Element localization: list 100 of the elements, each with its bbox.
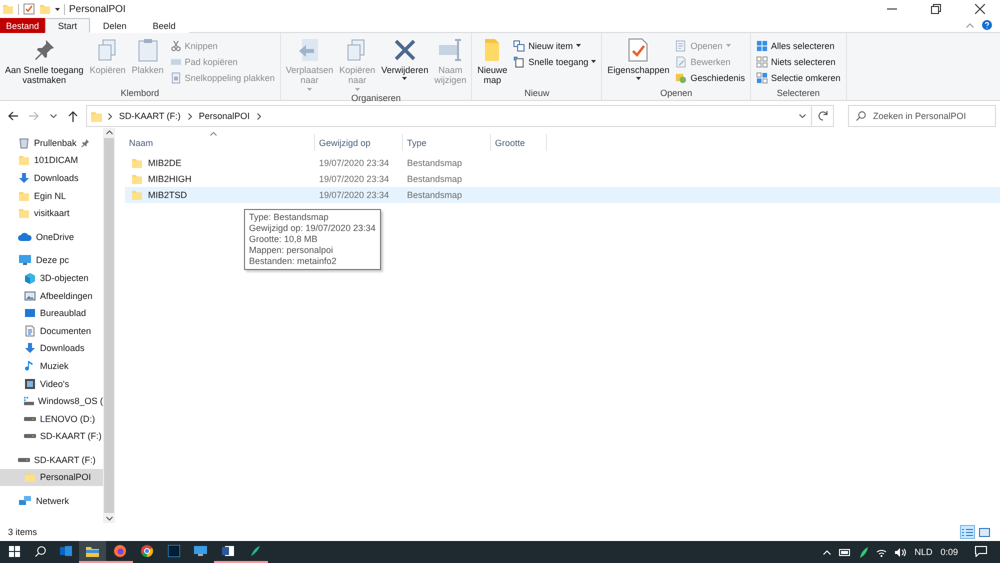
drive-icon	[24, 434, 36, 438]
group-label: Selecteren	[776, 88, 821, 100]
ribbon-button[interactable]: Alles selecteren	[754, 38, 843, 53]
properties-icon	[23, 3, 35, 15]
file-row[interactable]: MIB2DE 19/07/2020 23:34 Bestandsmap	[125, 155, 1000, 171]
app-icon	[248, 545, 260, 557]
film-icon	[24, 378, 36, 390]
address-field[interactable]: SD-KAART (F:) PersonalPOI	[86, 105, 834, 127]
sidebar-item[interactable]: visitkaart	[0, 204, 103, 222]
search-field[interactable]: Zoeken in PersonalPOI	[848, 105, 996, 127]
file-name: MIB2HIGH	[148, 174, 192, 184]
ribbon-button[interactable]: Snelle toegang	[511, 54, 598, 69]
language-indicator[interactable]: NLD	[914, 547, 932, 557]
ribbon-button[interactable]: Nieuwe map	[475, 35, 510, 88]
wifi-icon	[876, 548, 888, 556]
ribbon-button[interactable]: Eigenschappen	[605, 35, 672, 88]
column-header[interactable]: Gewijzigd op	[315, 134, 403, 151]
caret-icon	[726, 44, 731, 47]
history-icon	[675, 72, 688, 84]
search-icon	[34, 546, 46, 556]
chat-icon	[975, 546, 987, 556]
folder-icon	[131, 189, 143, 201]
column-header[interactable]: Type	[403, 134, 491, 151]
sidebar-item[interactable]: Muziek	[0, 357, 103, 375]
chevron-down-icon	[798, 114, 806, 118]
clock[interactable]: 0:09	[940, 547, 958, 557]
sidebar-item[interactable]: Documenten	[0, 322, 103, 340]
sidebar-item[interactable]: 101DICAM	[0, 152, 103, 170]
scrollbar-thumb[interactable]	[104, 138, 114, 513]
sidebar-label: OneDrive	[36, 232, 74, 242]
sidebar-label: Muziek	[40, 360, 69, 371]
taskbar-app[interactable]	[79, 541, 106, 563]
new-item-icon	[513, 40, 526, 52]
file-name: MIB2DE	[148, 158, 182, 168]
ribbon-button[interactable]: Selectie omkeren	[754, 70, 843, 85]
sidebar-label: 3D-objecten	[40, 272, 89, 283]
file-tab[interactable]: Bestand	[0, 18, 46, 33]
breadcrumb[interactable]: SD-KAART (F:)	[117, 111, 183, 121]
ribbon-button[interactable]: Aan Snelle toegang vastmaken	[3, 35, 86, 88]
sidebar-label: Netwerk	[36, 496, 70, 506]
app-icon	[859, 546, 868, 558]
up-arrow-icon	[68, 110, 78, 122]
scrollbar[interactable]	[103, 128, 115, 523]
folder-icon	[131, 173, 143, 185]
close-icon	[975, 4, 985, 14]
sidebar-item[interactable]: 3D-objecten	[0, 269, 103, 287]
tooltip-line: Mappen: personalpoi	[249, 245, 334, 256]
folder-icon	[39, 3, 51, 15]
sidebar-item[interactable]: Windows8_OS (	[0, 392, 103, 410]
breadcrumb[interactable]: PersonalPOI	[196, 111, 252, 121]
ribbon-button[interactable]: Niets selecteren	[754, 54, 843, 69]
sidebar-item[interactable]: Netwerk	[0, 492, 103, 510]
folder-icon	[86, 546, 99, 556]
sidebar-item[interactable]: Bureaublad	[0, 304, 103, 322]
ribbon-button[interactable]: Geschiedenis	[673, 70, 748, 85]
sidebar-item[interactable]: Downloads	[0, 340, 103, 358]
sidebar-item[interactable]: Downloads	[0, 169, 103, 187]
sidebar-item[interactable]: OneDrive	[0, 228, 103, 246]
recycle-bin-icon	[18, 136, 30, 149]
file-row[interactable]: MIB2HIGH 19/07/2020 23:34 Bestandsmap	[125, 171, 1000, 187]
folder-icon	[18, 207, 30, 220]
view-button[interactable]	[977, 525, 992, 539]
download-icon	[18, 172, 30, 184]
sidebar-item[interactable]: SD-KAART (F:)	[0, 428, 103, 446]
rename-icon	[437, 37, 464, 63]
sidebar-item[interactable]: Egin NL	[0, 186, 103, 204]
sidebar-item[interactable]: SD-KAART (F:)	[0, 451, 103, 469]
edit-icon	[675, 56, 688, 68]
ribbon-button[interactable]: Verwijderen	[379, 35, 430, 93]
sidebar-item[interactable]: LENOVO (D:)	[0, 410, 103, 428]
date-cell-text: 19/07/2020 23:34	[318, 157, 390, 170]
restore-icon	[931, 4, 941, 14]
music-note-icon	[24, 360, 36, 372]
help-icon	[982, 20, 992, 30]
open-icon	[675, 40, 688, 52]
tooltip-line: Bestanden: metainfo2	[249, 256, 338, 267]
folder-icon	[131, 157, 143, 169]
ribbon-button[interactable]: Nieuw item	[511, 38, 598, 53]
sidebar-label: Video's	[40, 378, 70, 389]
sidebar-item[interactable]: Video's	[0, 374, 103, 392]
thumbnails-view-icon	[979, 528, 990, 536]
file-row[interactable]: MIB2TSD 19/07/2020 23:34 Bestandsmap	[125, 187, 1000, 203]
sidebar-label: Downloads	[34, 172, 79, 183]
sidebar-item[interactable]: Deze pc	[0, 252, 103, 270]
sidebar-item[interactable]: PersonalPOI	[0, 468, 103, 486]
sidebar-item[interactable]: Afbeeldingen	[0, 286, 103, 304]
scissors-icon	[170, 40, 182, 52]
ribbon-tab[interactable]: Start	[45, 18, 90, 33]
monitor-icon	[18, 254, 32, 266]
browser-icon	[140, 545, 152, 557]
column-header[interactable]: Grootte	[491, 134, 547, 151]
column-header[interactable]: Naam	[125, 134, 315, 151]
folder-icon	[18, 154, 30, 166]
sidebar-item[interactable]: Prullenbak	[0, 134, 103, 152]
back-arrow-icon	[8, 111, 18, 121]
type-cell-text: Bestandsmap	[406, 189, 464, 202]
sidebar-label: Egin NL	[34, 190, 66, 201]
windows-logo-icon	[8, 546, 20, 556]
image-icon	[24, 290, 36, 302]
view-button[interactable]	[960, 525, 975, 539]
